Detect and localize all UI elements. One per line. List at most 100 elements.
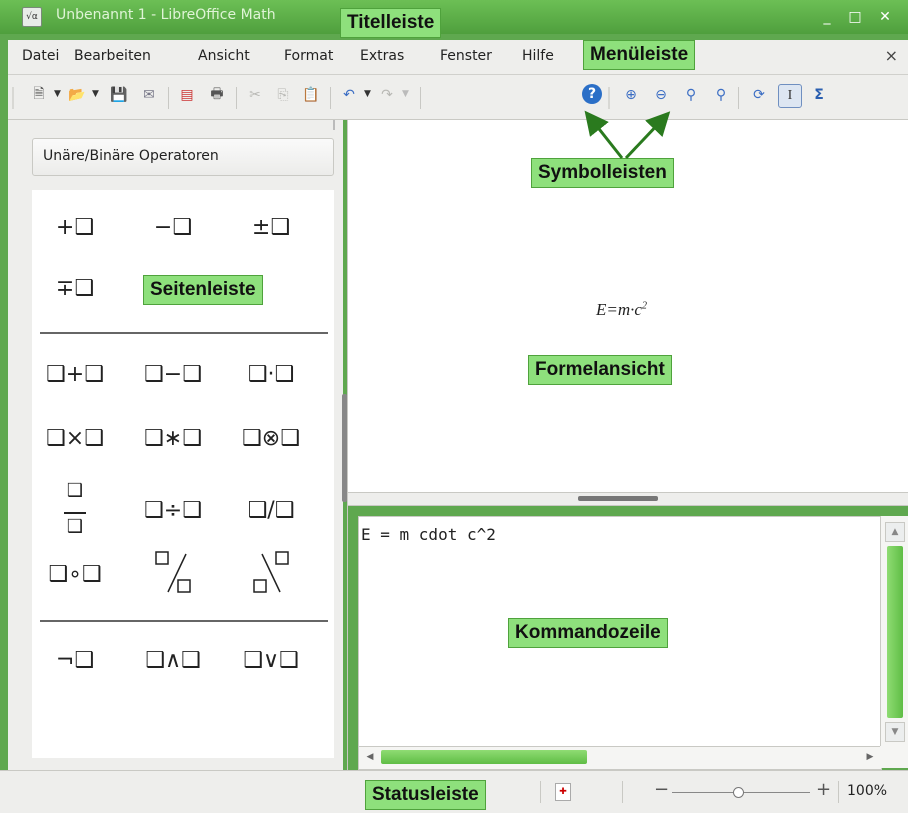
vertical-scrollbar[interactable]: ▲ ▼ [880, 516, 908, 746]
copy-icon[interactable]: ⎘ [272, 84, 294, 106]
toolbar-separator [738, 87, 739, 109]
scroll-left-icon[interactable]: ◀ [363, 750, 377, 764]
new-document-icon[interactable]: 🗎 [28, 84, 50, 106]
menu-datei[interactable]: Datei [22, 48, 59, 64]
standard-toolbar: 🗎 ▼ 📂 ▼ 💾 ✉ ▤ 🖶 ✂ ⎘ 📋 ↶ ▼ ↷ ▼ ? ⊕ ⊖ ⚲ ⚲ … [8, 75, 908, 120]
annotation-menueleiste: Menüleiste [583, 40, 696, 70]
sidebar-splitter[interactable] [342, 394, 347, 502]
zoom-out-icon[interactable]: ⊖ [650, 84, 672, 106]
annotation-titelleiste: Titelleiste [340, 8, 442, 38]
chevron-down-icon[interactable]: ▼ [402, 89, 409, 99]
splitter-grip[interactable] [578, 496, 658, 501]
toolbar-grip[interactable] [12, 87, 14, 109]
scrollbar-corner [880, 746, 908, 768]
save-icon[interactable]: 💾 [108, 84, 130, 106]
menu-ansicht[interactable]: Ansicht [198, 48, 250, 64]
paste-icon[interactable]: 📋 [300, 84, 322, 106]
element-plus-minus[interactable]: ±❑ [232, 215, 310, 240]
title-bar[interactable]: √α Unbenannt 1 - LibreOffice Math _ □ ✕ [0, 0, 908, 34]
toolbar-separator [420, 87, 421, 109]
math-app-icon: √α [22, 7, 42, 27]
show-all-icon[interactable]: ⚲ [710, 84, 732, 106]
arrow-left [584, 110, 624, 159]
toolbar-grip[interactable] [608, 87, 610, 109]
horizontal-scrollbar[interactable]: ◀ ▶ [358, 746, 882, 770]
group-divider [40, 332, 328, 334]
menu-bearbeiten[interactable]: Bearbeiten [74, 48, 151, 64]
horizontal-scroll-thumb[interactable] [381, 750, 587, 764]
sidebar: Unäre/Binäre Operatoren +❑ −❑ ±❑ ∓❑ ❑+❑ … [8, 120, 343, 770]
update-icon[interactable]: ⟳ [748, 84, 770, 106]
chevron-down-icon[interactable]: ▼ [364, 89, 371, 99]
element-or[interactable]: ❑∨❑ [232, 648, 310, 673]
element-minus[interactable]: −❑ [134, 215, 212, 240]
toolbar-separator [236, 87, 237, 109]
element-otimes[interactable]: ❑⊗❑ [232, 426, 310, 451]
element-asterisk[interactable]: ❑∗❑ [134, 426, 212, 451]
minimize-button[interactable]: _ [816, 7, 838, 27]
undo-icon[interactable]: ↶ [338, 84, 360, 106]
menu-hilfe[interactable]: Hilfe [522, 48, 554, 64]
annotation-seitenleiste: Seitenleiste [143, 275, 263, 305]
menu-bar: Datei Bearbeiten Ansicht Format Extras F… [8, 40, 908, 75]
status-separator [622, 781, 623, 803]
annotation-statusleiste: Statusleiste [365, 780, 486, 810]
formula-cursor-icon[interactable]: I [778, 84, 802, 108]
maximize-button[interactable]: □ [844, 7, 866, 27]
scroll-up-icon[interactable]: ▲ [885, 522, 905, 542]
chevron-down-icon[interactable]: ▼ [92, 89, 99, 99]
element-cdot[interactable]: ❑·❑ [232, 362, 310, 387]
zoom-100-icon[interactable]: ⚲ [680, 84, 702, 106]
sidebar-resize-mark [333, 120, 335, 130]
status-separator [838, 781, 839, 803]
command-text[interactable]: E = m cdot c^2 [361, 525, 496, 544]
element-fraction[interactable]: ❑ ❑ [36, 482, 114, 536]
view-splitter[interactable] [348, 492, 908, 506]
category-select[interactable]: Unäre/Binäre Operatoren [32, 138, 334, 176]
status-separator [540, 781, 541, 803]
element-minus-plus[interactable]: ∓❑ [36, 276, 114, 301]
toolbar-separator [330, 87, 331, 109]
export-pdf-icon[interactable]: ▤ [176, 84, 198, 106]
cut-icon[interactable]: ✂ [244, 84, 266, 106]
vertical-scroll-thumb[interactable] [887, 546, 903, 718]
symbols-icon[interactable]: Σ [808, 84, 830, 106]
print-icon[interactable]: 🖶 [206, 84, 228, 106]
element-slash[interactable]: ❑/❑ [232, 498, 310, 523]
menu-extras[interactable]: Extras [360, 48, 404, 64]
element-circ[interactable]: ❑∘❑ [36, 562, 114, 587]
element-plus[interactable]: +❑ [36, 215, 114, 240]
annotation-kommandozeile: Kommandozeile [508, 618, 668, 648]
element-division[interactable]: ❑÷❑ [134, 498, 212, 523]
document-modified-icon[interactable]: ✚ [555, 783, 571, 801]
element-wide-backslash[interactable] [248, 548, 298, 598]
redo-icon[interactable]: ↷ [376, 84, 398, 106]
chevron-down-icon[interactable]: ▼ [54, 89, 61, 99]
element-times[interactable]: ❑×❑ [36, 426, 114, 451]
menu-fenster[interactable]: Fenster [440, 48, 492, 64]
arrow-right [624, 111, 671, 160]
zoom-in-button[interactable]: + [816, 779, 831, 800]
application-window: √α Unbenannt 1 - LibreOffice Math _ □ ✕ … [0, 0, 908, 813]
element-and[interactable]: ❑∧❑ [134, 648, 212, 673]
category-select-value: Unäre/Binäre Operatoren [43, 148, 219, 164]
element-subtract[interactable]: ❑−❑ [134, 362, 212, 387]
scroll-right-icon[interactable]: ▶ [863, 750, 877, 764]
close-button[interactable]: ✕ [874, 7, 896, 27]
annotation-formelansicht: Formelansicht [528, 355, 672, 385]
scroll-down-icon[interactable]: ▼ [885, 722, 905, 742]
zoom-value[interactable]: 100% [847, 783, 887, 799]
help-icon[interactable]: ? [582, 84, 602, 104]
formula-render: E=m·c2 [596, 300, 647, 319]
zoom-slider-knob[interactable] [733, 787, 744, 798]
group-divider [40, 620, 328, 622]
zoom-in-icon[interactable]: ⊕ [620, 84, 642, 106]
zoom-out-button[interactable]: − [654, 779, 669, 800]
open-icon[interactable]: 📂 [66, 84, 88, 106]
close-document-button[interactable]: × [885, 46, 898, 65]
menu-format[interactable]: Format [284, 48, 333, 64]
element-wide-slash[interactable] [150, 548, 200, 598]
element-add[interactable]: ❑+❑ [36, 362, 114, 387]
email-icon[interactable]: ✉ [138, 84, 160, 106]
element-neg[interactable]: ¬❑ [36, 648, 114, 673]
